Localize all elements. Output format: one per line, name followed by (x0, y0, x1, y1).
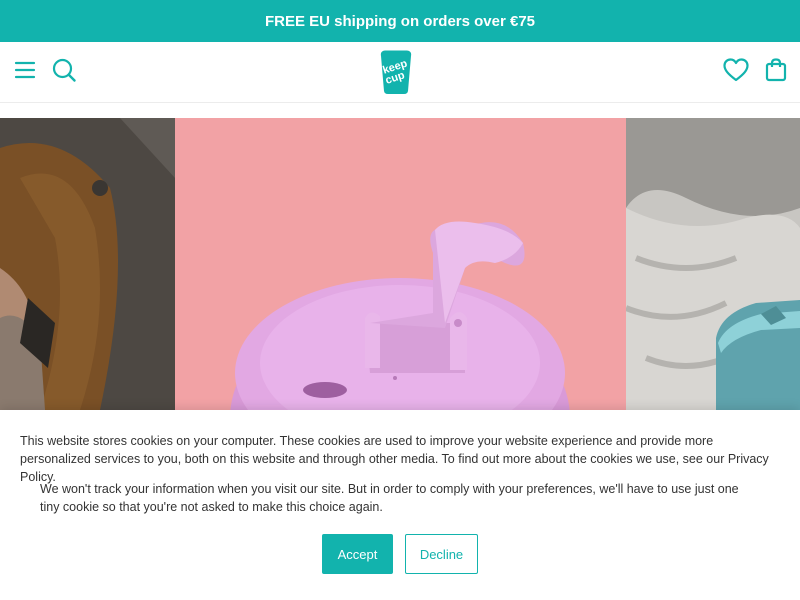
promo-banner: FREE EU shipping on orders over €75 (0, 0, 800, 42)
accept-button[interactable]: Accept (322, 534, 393, 574)
hero-image-right (626, 118, 800, 410)
promo-text: FREE EU shipping on orders over €75 (264, 12, 536, 30)
cookie-message: This website stores cookies on your comp… (20, 434, 769, 484)
search-icon[interactable] (51, 57, 77, 83)
site-header: keep cup (0, 42, 800, 103)
decline-button[interactable]: Decline (405, 534, 478, 574)
keepcup-logo[interactable]: keep cup (376, 48, 416, 96)
hero-image-left (0, 118, 175, 410)
hero-image-carousel[interactable] (0, 118, 800, 410)
hero-image-center (175, 118, 626, 410)
heart-icon[interactable] (722, 57, 750, 83)
hamburger-menu-icon[interactable] (12, 57, 38, 83)
shopping-bag-icon[interactable] (763, 57, 789, 83)
cookie-consent-banner: This website stores cookies on your comp… (0, 410, 800, 600)
cookie-tracking-note: We won't track your information when you… (40, 482, 739, 514)
